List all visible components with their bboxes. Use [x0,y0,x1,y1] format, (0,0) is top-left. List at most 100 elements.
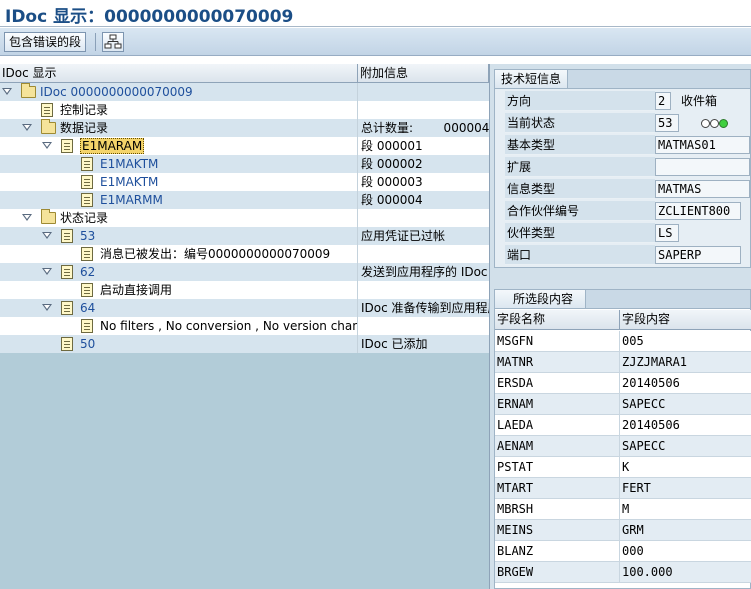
segment-field-value: SAPECC [622,397,666,411]
window-title: IDoc 显示：0000000000070009 [5,7,294,27]
tree-node-label[interactable]: 53 [80,227,95,245]
document-icon [61,229,73,243]
status-label: 当前状态 [505,113,655,133]
expand-triangle-icon[interactable] [42,142,52,149]
title-bar: IDoc 显示：0000000000070009 [0,0,751,27]
segment-col-field-name[interactable]: 字段名称 [495,310,620,330]
segment-field-value: 000 [622,544,644,558]
partner-type-label: 伙伴类型 [505,223,655,243]
tree-row[interactable]: 消息已被发出：编号0000000000070009 [0,245,489,263]
segment-col-field-content[interactable]: 字段内容 [620,310,751,330]
document-icon [81,247,93,261]
segment-row[interactable]: BLANZ 000 [495,541,751,562]
tree-node-label[interactable]: E1MARMM [100,191,163,209]
extension-label: 扩展 [505,157,655,177]
expand-triangle-icon[interactable] [42,268,52,275]
tree-row[interactable]: 启动直接调用 [0,281,489,299]
expand-triangle-icon[interactable] [22,124,32,131]
tree-row[interactable]: 状态记录 [0,209,489,227]
expand-triangle-icon[interactable] [22,214,32,221]
tree-node-label[interactable]: E1MARAM [80,138,145,154]
tree-info-cell [361,101,489,119]
status-light-green [719,119,728,128]
direction-row: 方向 2 收件箱 [505,91,750,111]
segment-row[interactable]: BRGEW 100.000 [495,562,751,583]
tree-node-label[interactable]: 数据记录 [60,119,108,137]
hierarchy-icon[interactable] [102,32,124,52]
segment-row[interactable]: LAEDA 20140506 [495,415,751,436]
toolbar-separator [95,33,96,51]
tree-info-cell [361,317,489,335]
tree-info-cell [361,245,489,263]
include-error-segments-button[interactable]: 包含错误的段 [4,32,87,52]
tree-node-label[interactable]: E1MAKTM [100,155,158,173]
segment-row[interactable]: MEINS GRM [495,520,751,541]
tree-node-cell: No filters , No conversion , No version … [0,317,358,335]
tree-node-label[interactable]: 控制记录 [60,101,108,119]
segment-field-value: GRM [622,523,644,537]
tree-row[interactable]: 64 IDoc 准备传输到应用程序 [0,299,489,317]
document-icon [81,157,93,171]
segment-field-name: PSTAT [495,457,620,477]
partner-field: ZCLIENT800 [655,202,741,220]
tree-row[interactable]: 53 应用凭证已过帐 [0,227,489,245]
document-icon [61,265,73,279]
document-icon [81,319,93,333]
segment-field-name: BLANZ [495,541,620,561]
tree-row[interactable]: 控制记录 [0,101,489,119]
segment-row[interactable]: AENAM SAPECC [495,436,751,457]
tree-node-label[interactable]: No filters , No conversion , No version … [100,317,357,335]
tree-row[interactable]: 数据记录 总计数量: 000004 [0,119,489,137]
tree-row[interactable]: E1MAKTM 段 000003 [0,173,489,191]
status-light-yellow [710,119,719,128]
tree-row[interactable]: E1MAKTM 段 000002 [0,155,489,173]
expand-triangle-icon[interactable] [42,232,52,239]
tree-row[interactable]: E1MARMM 段 000004 [0,191,489,209]
folder-icon [41,209,56,224]
extension-row: 扩展 [505,157,750,177]
tree-node-label[interactable]: 状态记录 [60,209,108,227]
tree-node-label[interactable]: 64 [80,299,95,317]
message-type-row: 信息类型 MATMAS [505,179,750,199]
tree-node-label[interactable]: 50 [80,335,95,353]
segment-field-value: 20140506 [622,418,680,432]
segment-row[interactable]: MBRSH M [495,499,751,520]
tree-node-cell: 状态记录 [0,209,358,227]
segment-row[interactable]: MSGFN 005 [495,331,751,352]
segment-field-value: M [622,502,630,516]
segment-content-panel: 所选段内容 字段名称 字段内容 MSGFN 005 MATNR ZJZJMARA1 ER… [494,289,751,589]
tree-info-cell [361,281,489,299]
tree-row[interactable]: 62 发送到应用程序的 IDoc [0,263,489,281]
tree-row[interactable]: No filters , No conversion , No version … [0,317,489,335]
tree-node-label[interactable]: E1MAKTM [100,173,158,191]
segment-row[interactable]: ERNAM SAPECC [495,394,751,415]
segment-field-value: FERT [622,481,651,495]
document-icon [61,337,73,351]
tree-node-cell: 62 [0,263,358,281]
tree-node-label[interactable]: 启动直接调用 [100,281,172,299]
tree-node-label[interactable]: 消息已被发出：编号0000000000070009 [100,245,330,263]
tree-col-idoc-display[interactable]: IDoc 显示 [0,64,358,83]
tree-info-cell: 段 000004 [361,193,423,207]
partner-label: 合作伙伴编号 [505,201,655,221]
status-row: 当前状态 53 [505,113,750,133]
segment-row[interactable]: PSTAT K [495,457,751,478]
tree-node-cell: 53 [0,227,358,245]
tree-node-label[interactable]: 62 [80,263,95,281]
segment-row[interactable]: MATNR ZJZJMARA1 [495,352,751,373]
tree-row[interactable]: IDoc 0000000000070009 [0,83,489,101]
idoc-tree: IDoc 显示 附加信息 IDoc 0000000000070009 控制记录 数据… [0,64,489,589]
tree-col-additional-info[interactable]: 附加信息 [358,64,489,83]
segment-row[interactable]: MTART FERT [495,478,751,499]
expand-triangle-icon[interactable] [42,304,52,311]
tree-row[interactable]: 50 IDoc 已添加 [0,335,489,353]
partner-type-row: 伙伴类型 LS [505,223,750,243]
segment-field-name: MATNR [495,352,620,372]
tree-row[interactable]: E1MARAM 段 000001 [0,137,489,155]
segment-row[interactable]: ERSDA 20140506 [495,373,751,394]
tree-node-cell: 启动直接调用 [0,281,358,299]
tree-node-label[interactable]: IDoc 0000000000070009 [40,83,193,101]
toolbar: 包含错误的段 [0,28,751,56]
direction-field: 2 [655,92,671,110]
expand-triangle-icon[interactable] [2,88,12,95]
